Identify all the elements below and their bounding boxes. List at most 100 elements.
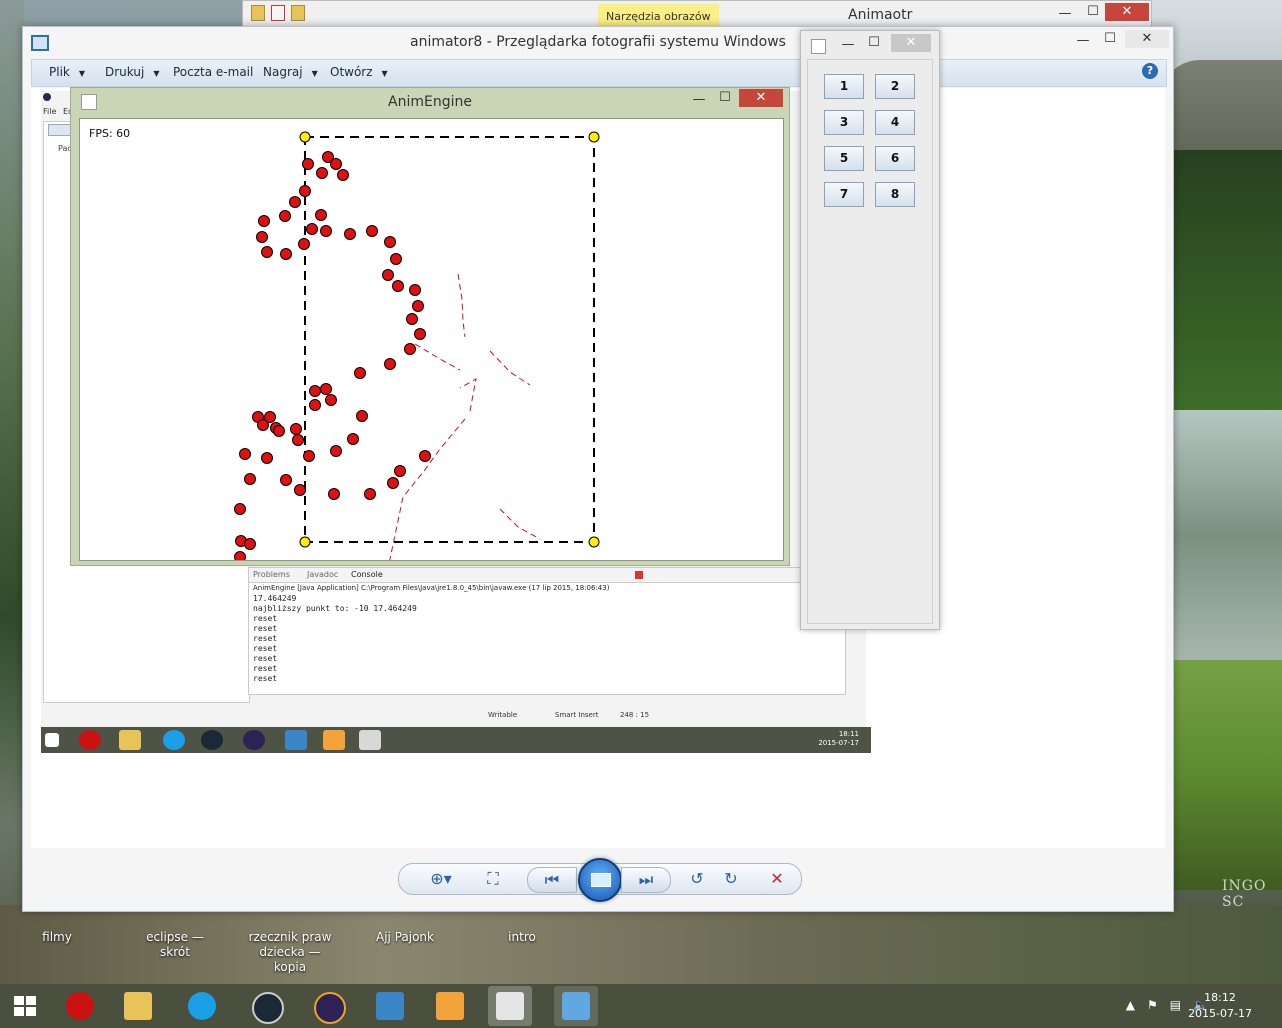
control-point[interactable] [256, 231, 268, 243]
zoom-icon[interactable]: ⊕▾ [421, 867, 461, 891]
control-point[interactable] [414, 328, 426, 340]
control-point[interactable] [330, 445, 342, 457]
control-point[interactable] [234, 503, 246, 515]
control-point[interactable] [344, 228, 356, 240]
control-point[interactable] [394, 465, 406, 477]
control-point[interactable] [261, 452, 273, 464]
corner-handle[interactable] [588, 536, 600, 548]
control-point[interactable] [302, 158, 314, 170]
control-point[interactable] [320, 383, 332, 395]
slideshow-icon[interactable] [578, 858, 622, 902]
taskbar-clock[interactable]: 18:12 2015-07-17 [1188, 990, 1252, 1022]
properties-icon[interactable] [271, 5, 285, 21]
button-7[interactable]: 7 [824, 182, 864, 207]
taskbar-media[interactable] [428, 986, 472, 1026]
close-button[interactable]: ✕ [739, 89, 783, 107]
delete-icon[interactable]: ✕ [763, 867, 791, 891]
maximize-button[interactable]: ☐ [865, 34, 883, 52]
control-point[interactable] [354, 367, 366, 379]
image-tools-tab[interactable]: Narzędzia obrazów [598, 4, 719, 26]
animation-canvas[interactable]: FPS: 60 [79, 118, 784, 561]
taskbar-eclipse[interactable] [306, 986, 350, 1026]
control-point[interactable] [244, 538, 256, 550]
start-button[interactable] [2, 986, 46, 1026]
button-3[interactable]: 3 [824, 110, 864, 135]
taskbar-remote[interactable] [368, 986, 412, 1026]
control-point[interactable] [309, 385, 321, 397]
folder-icon[interactable] [251, 5, 265, 21]
control-point[interactable] [292, 434, 304, 446]
taskbar-skype[interactable] [180, 986, 224, 1026]
control-point[interactable] [387, 477, 399, 489]
control-point[interactable] [315, 209, 327, 221]
control-point[interactable] [364, 488, 376, 500]
minimize-button[interactable]: — [1071, 32, 1095, 50]
control-point[interactable] [419, 450, 431, 462]
maximize-button[interactable]: ☐ [715, 89, 735, 107]
fit-icon[interactable]: ⛶ [479, 867, 507, 891]
maximize-button[interactable]: ☐ [1081, 3, 1105, 21]
control-point[interactable] [347, 433, 359, 445]
control-point[interactable] [392, 280, 404, 292]
corner-handle[interactable] [299, 536, 311, 548]
desktop-icon-rzecznik[interactable]: rzecznik praw dziecka — kopia [242, 930, 338, 975]
control-point[interactable] [298, 238, 310, 250]
control-point[interactable] [239, 448, 251, 460]
menu-otworz[interactable]: Otwórz ▼ [330, 65, 388, 79]
show-hidden-icons-icon[interactable]: ▲ [1126, 998, 1135, 1012]
taskbar-explorer[interactable] [116, 986, 160, 1026]
prev-icon[interactable]: ⏮ [527, 867, 577, 893]
taskbar-photo-viewer[interactable] [554, 986, 598, 1026]
menu-nagraj[interactable]: Nagraj ▼ [263, 65, 318, 79]
control-point[interactable] [294, 484, 306, 496]
control-point[interactable] [384, 358, 396, 370]
button-1[interactable]: 1 [824, 74, 864, 99]
control-point[interactable] [273, 425, 285, 437]
control-point[interactable] [384, 236, 396, 248]
control-point[interactable] [337, 169, 349, 181]
minimize-button[interactable]: — [689, 91, 709, 109]
control-point[interactable] [328, 488, 340, 500]
control-point[interactable] [409, 284, 421, 296]
control-point[interactable] [306, 223, 318, 235]
taskbar-steam[interactable] [244, 986, 288, 1026]
menu-plik[interactable]: Plik ▼ [49, 65, 85, 79]
button-6[interactable]: 6 [875, 146, 915, 171]
control-point[interactable] [325, 394, 337, 406]
maximize-button[interactable]: ☐ [1098, 30, 1122, 48]
control-point[interactable] [299, 185, 311, 197]
desktop-icon-ajj-pajonk[interactable]: Ajj Pajonk [372, 930, 438, 945]
new-folder-icon[interactable] [291, 5, 305, 21]
control-point[interactable] [320, 225, 332, 237]
desktop-icon-filmy[interactable]: filmy [40, 930, 74, 945]
minimize-button[interactable]: — [1053, 5, 1077, 23]
control-point[interactable] [234, 551, 246, 561]
rotate-cw-icon[interactable]: ↻ [717, 867, 745, 891]
help-icon[interactable]: ? [1142, 63, 1158, 79]
close-button[interactable]: ✕ [1105, 3, 1149, 21]
next-icon[interactable]: ⏭ [621, 867, 671, 893]
rotate-ccw-icon[interactable]: ↺ [683, 867, 711, 891]
control-point[interactable] [280, 248, 292, 260]
network-icon[interactable]: ▤ [1170, 998, 1181, 1012]
control-point[interactable] [244, 473, 256, 485]
control-point[interactable] [404, 343, 416, 355]
corner-handle[interactable] [299, 131, 311, 143]
button-8[interactable]: 8 [875, 182, 915, 207]
control-point[interactable] [316, 167, 328, 179]
control-point[interactable] [406, 313, 418, 325]
taskbar-java[interactable] [488, 986, 532, 1026]
action-center-icon[interactable]: ⚑ [1147, 998, 1158, 1012]
control-point[interactable] [366, 225, 378, 237]
desktop-icon-intro[interactable]: intro [502, 930, 542, 945]
taskbar-opera[interactable] [58, 986, 102, 1026]
control-point[interactable] [303, 450, 315, 462]
control-point[interactable] [390, 253, 402, 265]
control-point[interactable] [412, 300, 424, 312]
button-5[interactable]: 5 [824, 146, 864, 171]
control-point[interactable] [289, 196, 301, 208]
control-point[interactable] [330, 158, 342, 170]
menu-drukuj[interactable]: Drukuj ▼ [105, 65, 159, 79]
control-point[interactable] [309, 399, 321, 411]
control-point[interactable] [279, 210, 291, 222]
